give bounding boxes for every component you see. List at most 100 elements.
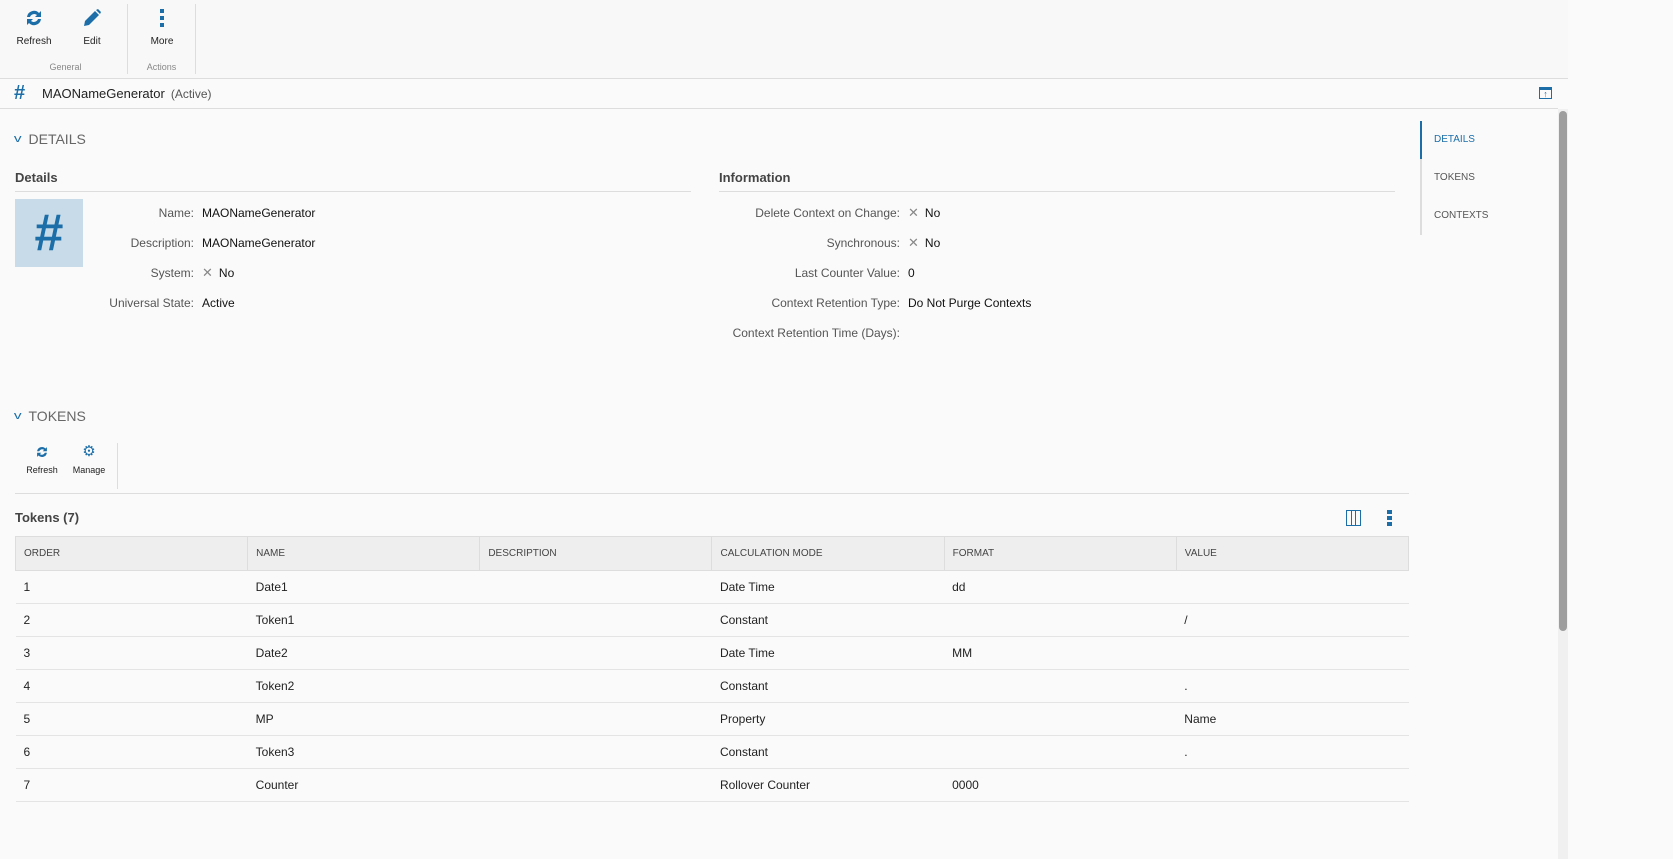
field-value: No: [924, 206, 941, 220]
table-cell: 1: [15, 570, 248, 604]
table-cell: [1176, 570, 1409, 604]
nav-details[interactable]: DETAILS: [1420, 121, 1550, 159]
toolbar: Refresh Edit General More Actions: [0, 0, 1568, 79]
nav-contexts[interactable]: CONTEXTS: [1422, 197, 1550, 235]
table-cell: [944, 702, 1177, 736]
table-row[interactable]: 7 Counter Rollover Counter 0000: [15, 768, 1409, 802]
manage-label: Manage: [72, 465, 106, 475]
table-cell: /: [1176, 603, 1409, 637]
table-row[interactable]: 3 Date2 Date Time MM: [15, 636, 1409, 670]
table-cell: Name: [1176, 702, 1409, 736]
tokens-manage-button[interactable]: ⚙ Manage: [69, 443, 109, 475]
column-header[interactable]: NAME: [247, 536, 481, 571]
field-system: System: ✕ No: [85, 265, 235, 281]
scrollbar-thumb[interactable]: [1559, 111, 1567, 631]
table-cell: dd: [944, 570, 1177, 604]
more-label: More: [150, 36, 174, 47]
table-cell: Date Time: [711, 570, 945, 604]
table-row[interactable]: 4 Token2 Constant.: [15, 669, 1409, 703]
field-value: No: [218, 266, 235, 280]
column-header[interactable]: DESCRIPTION: [479, 536, 713, 571]
field-name: Name: MAONameGenerator: [85, 205, 316, 221]
chevron-down-icon: v: [13, 133, 22, 145]
tokens-refresh-button[interactable]: Refresh: [22, 445, 62, 475]
field-value: 0: [908, 266, 915, 280]
field-label: Universal State:: [109, 296, 194, 310]
field-value: No: [924, 236, 941, 250]
table-more-icon[interactable]: [1387, 510, 1392, 526]
field-value: Do Not Purge Contexts: [908, 296, 1032, 310]
table-cell: [479, 603, 712, 637]
table-cell: [1176, 768, 1409, 802]
table-cell: Token3: [247, 735, 480, 769]
columns-icon[interactable]: [1346, 510, 1361, 526]
field-retention-time: Context Retention Time (Days):: [700, 325, 908, 341]
field-label: Context Retention Type:: [771, 296, 900, 310]
table-cell: Constant: [711, 603, 945, 637]
x-icon: ✕: [908, 235, 919, 250]
table-cell: [479, 669, 712, 703]
nav-tokens[interactable]: TOKENS: [1422, 159, 1550, 197]
field-label: Delete Context on Change:: [755, 206, 900, 220]
table-cell: Token1: [247, 603, 480, 637]
record-name: MAONameGenerator: [42, 86, 165, 101]
table-row[interactable]: 6 Token3 Constant.: [15, 735, 1409, 769]
table-cell: 5: [15, 702, 248, 736]
details-section-title: DETAILS: [28, 131, 86, 147]
table-cell: Date2: [247, 636, 480, 670]
tokens-table-title: Tokens (7): [15, 510, 80, 525]
field-label: Last Counter Value:: [794, 266, 900, 280]
refresh-label: Refresh: [26, 465, 58, 475]
chevron-down-icon: v: [13, 410, 22, 422]
record-title-bar: # MAONameGenerator (Active) ↑: [0, 79, 1558, 109]
refresh-button[interactable]: Refresh: [9, 8, 59, 47]
details-heading: Details: [15, 170, 691, 192]
table-cell: [944, 735, 1177, 769]
table-cell: 3: [15, 636, 248, 670]
details-section-toggle[interactable]: v DETAILS: [13, 131, 86, 147]
column-header[interactable]: FORMAT: [943, 536, 1177, 571]
table-cell: [1176, 636, 1409, 670]
column-header[interactable]: CALCULATION MODE: [711, 536, 945, 571]
divider: [117, 443, 118, 489]
field-universal-state: Universal State: Active: [85, 295, 235, 311]
table-cell: [944, 603, 1177, 637]
field-value: MAONameGenerator: [202, 206, 316, 220]
popout-icon[interactable]: ↑: [1539, 87, 1552, 99]
refresh-icon: [37, 446, 47, 458]
column-header[interactable]: VALUE: [1175, 536, 1410, 571]
edit-button[interactable]: Edit: [67, 8, 117, 47]
gear-icon: ⚙: [82, 443, 96, 460]
field-synchronous: Synchronous: ✕ No: [700, 235, 941, 251]
table-cell: Counter: [247, 768, 480, 802]
column-header[interactable]: ORDER: [14, 536, 249, 571]
tokens-table: ORDER NAME DESCRIPTION CALCULATION MODE FORM…: [14, 536, 1410, 802]
information-heading: Information: [719, 170, 1395, 192]
table-cell: 2: [15, 603, 248, 637]
table-cell: Constant: [711, 735, 945, 769]
more-vertical-icon: [160, 9, 164, 27]
table-cell: Token2: [247, 669, 480, 703]
vertical-scrollbar[interactable]: [1558, 109, 1568, 859]
pencil-icon: [84, 9, 101, 26]
general-group-label: General: [49, 62, 82, 72]
table-cell: [479, 768, 712, 802]
table-row[interactable]: 1 Date1 Date Time dd: [15, 570, 1409, 604]
field-label: Description:: [130, 236, 194, 250]
actions-group-label: Actions: [146, 62, 177, 72]
field-delete-context: Delete Context on Change: ✕ No: [700, 205, 940, 221]
table-cell: MP: [247, 702, 480, 736]
table-cell: 7: [15, 768, 248, 802]
tokens-section-toggle[interactable]: v TOKENS: [13, 408, 86, 424]
table-row[interactable]: 2 Token1 Constant /: [15, 603, 1409, 637]
field-label: System:: [150, 266, 194, 280]
more-button[interactable]: More: [137, 8, 187, 47]
table-cell: [944, 669, 1177, 703]
field-retention-type: Context Retention Type: Do Not Purge Cont…: [700, 295, 1031, 311]
refresh-icon: [27, 10, 41, 26]
field-value: Active: [202, 296, 235, 310]
table-row[interactable]: 5 MP Property Name: [15, 702, 1409, 736]
edit-label: Edit: [83, 36, 101, 47]
table-cell: [479, 570, 712, 604]
table-cell: .: [1176, 735, 1409, 769]
